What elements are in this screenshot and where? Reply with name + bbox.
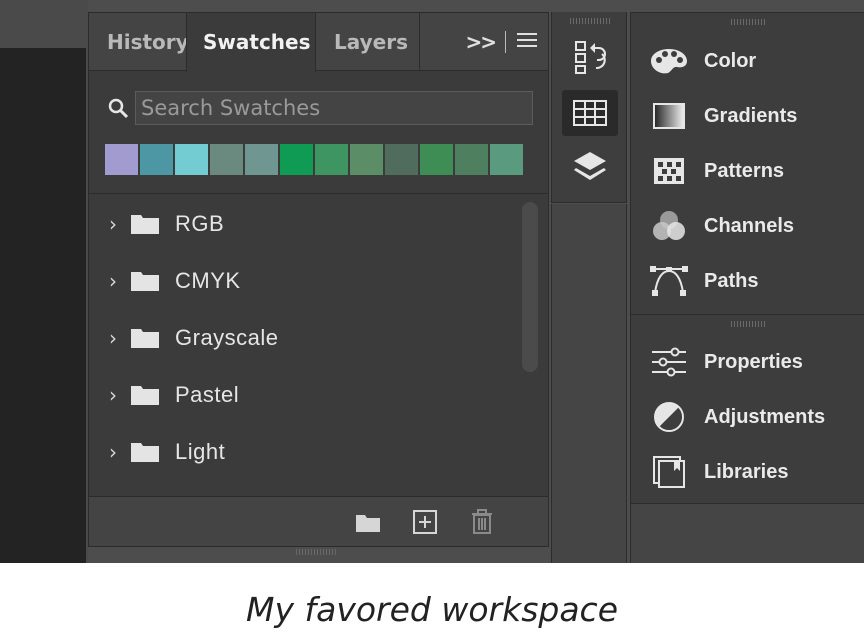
chevron-right-icon[interactable]: › xyxy=(109,212,123,236)
panel-item-gradients[interactable]: Gradients xyxy=(631,91,864,141)
swatch-chip[interactable] xyxy=(140,144,173,175)
panel-item-adjustments[interactable]: Adjustments xyxy=(631,392,864,442)
swatch-chip[interactable] xyxy=(175,144,208,175)
tab-layers-label: Layers xyxy=(334,30,408,54)
folder-label: CMYK xyxy=(175,267,241,293)
pattern-icon xyxy=(649,154,689,188)
panel-item-label: Libraries xyxy=(704,460,789,483)
panel-item-channels[interactable]: Channels xyxy=(631,201,864,251)
panel-item-label: Adjustments xyxy=(704,405,826,428)
panel-item-label: Patterns xyxy=(704,159,785,182)
swatch-chip[interactable] xyxy=(280,144,313,175)
folder-item-light[interactable]: › Light xyxy=(89,423,509,480)
panel-footer xyxy=(89,496,548,546)
libraries-icon xyxy=(649,455,689,489)
folder-icon xyxy=(131,441,159,462)
figure-caption: My favored workspace xyxy=(245,590,619,629)
panel-resize-grip[interactable] xyxy=(296,549,338,555)
folder-label: Light xyxy=(175,438,226,464)
swatch-chip[interactable] xyxy=(245,144,278,175)
swatch-folder-list: › RGB › CMYK › Grayscale › Pastel › Ligh… xyxy=(89,193,548,498)
swatch-chip[interactable] xyxy=(210,144,243,175)
folder-icon xyxy=(131,270,159,291)
panel-item-patterns[interactable]: Patterns xyxy=(631,146,864,196)
folder-icon xyxy=(131,213,159,234)
chevron-right-icon[interactable]: › xyxy=(109,269,123,293)
panel-item-label: Paths xyxy=(704,269,759,292)
panel-item-properties[interactable]: Properties xyxy=(631,337,864,387)
folder-item-rgb[interactable]: › RGB xyxy=(89,195,509,252)
tab-overflow-button[interactable]: >> xyxy=(465,30,496,54)
folder-label: RGB xyxy=(175,210,225,236)
paths-icon xyxy=(649,264,689,298)
group-grip[interactable] xyxy=(731,19,767,25)
folder-item-pastel[interactable]: › Pastel xyxy=(89,366,509,423)
new-swatch-icon[interactable] xyxy=(412,509,438,535)
swatch-chip[interactable] xyxy=(455,144,488,175)
panel-item-libraries[interactable]: Libraries xyxy=(631,447,864,497)
tab-history[interactable]: History xyxy=(89,13,189,71)
tab-divider xyxy=(419,13,420,71)
swatch-chip[interactable] xyxy=(315,144,348,175)
swatches-panel: History Swatches Layers >> › RGB xyxy=(88,12,549,547)
strip-empty-area xyxy=(551,204,627,563)
panel-item-label: Channels xyxy=(704,214,795,237)
folder-icon xyxy=(131,327,159,348)
recent-swatches xyxy=(105,144,523,175)
trash-icon[interactable] xyxy=(469,509,495,535)
panel-item-color[interactable]: Color xyxy=(631,36,864,86)
panel-item-label: Properties xyxy=(704,350,803,373)
panel-item-label: Color xyxy=(704,49,757,72)
folder-label: Pastel xyxy=(175,381,240,407)
right-panel-group-1: Color Gradients Patterns Channels Paths xyxy=(630,12,864,314)
tab-separator xyxy=(505,31,506,53)
tab-swatches[interactable]: Swatches xyxy=(186,13,316,72)
group-grip[interactable] xyxy=(731,321,767,327)
adjustments-icon xyxy=(649,400,689,434)
tab-layers[interactable]: Layers xyxy=(316,13,420,71)
panel-tab-bar: History Swatches Layers >> xyxy=(89,13,548,72)
folder-item-grayscale[interactable]: › Grayscale xyxy=(89,309,509,366)
search-input[interactable] xyxy=(135,91,533,125)
gradient-icon xyxy=(649,99,689,133)
folder-item-cmyk[interactable]: › CMYK xyxy=(89,252,509,309)
chevron-right-icon[interactable]: › xyxy=(109,383,123,407)
tab-history-label: History xyxy=(107,30,189,54)
new-group-folder-icon[interactable] xyxy=(355,509,381,535)
panel-item-label: Gradients xyxy=(704,104,798,127)
chevron-right-icon[interactable]: › xyxy=(109,440,123,464)
layers-panel-icon[interactable] xyxy=(562,144,618,190)
swatch-chip[interactable] xyxy=(490,144,523,175)
properties-icon xyxy=(649,345,689,379)
swatch-chip[interactable] xyxy=(105,144,138,175)
folder-icon xyxy=(131,384,159,405)
panel-menu-icon[interactable] xyxy=(516,30,538,54)
search-icon xyxy=(107,97,129,119)
swatches-panel-icon[interactable] xyxy=(562,90,618,136)
photoshop-workspace: History Swatches Layers >> › RGB xyxy=(0,0,864,563)
right-panel-empty-area xyxy=(630,503,864,563)
strip-grip[interactable] xyxy=(570,18,610,24)
collapsed-panel-strip xyxy=(551,12,627,203)
right-panel-group-2: Properties Adjustments Libraries xyxy=(630,314,864,504)
color-palette-icon xyxy=(649,44,689,78)
panel-item-paths[interactable]: Paths xyxy=(631,256,864,306)
swatch-chip[interactable] xyxy=(420,144,453,175)
tab-swatches-label: Swatches xyxy=(203,30,311,54)
history-panel-icon[interactable] xyxy=(562,34,618,80)
tab-bar-controls: >> xyxy=(465,29,538,55)
document-canvas xyxy=(0,48,86,563)
channels-icon xyxy=(649,209,689,243)
chevron-right-icon[interactable]: › xyxy=(109,326,123,350)
swatch-chip[interactable] xyxy=(385,144,418,175)
list-scrollbar[interactable] xyxy=(522,202,538,372)
folder-label: Grayscale xyxy=(175,324,279,350)
swatch-chip[interactable] xyxy=(350,144,383,175)
